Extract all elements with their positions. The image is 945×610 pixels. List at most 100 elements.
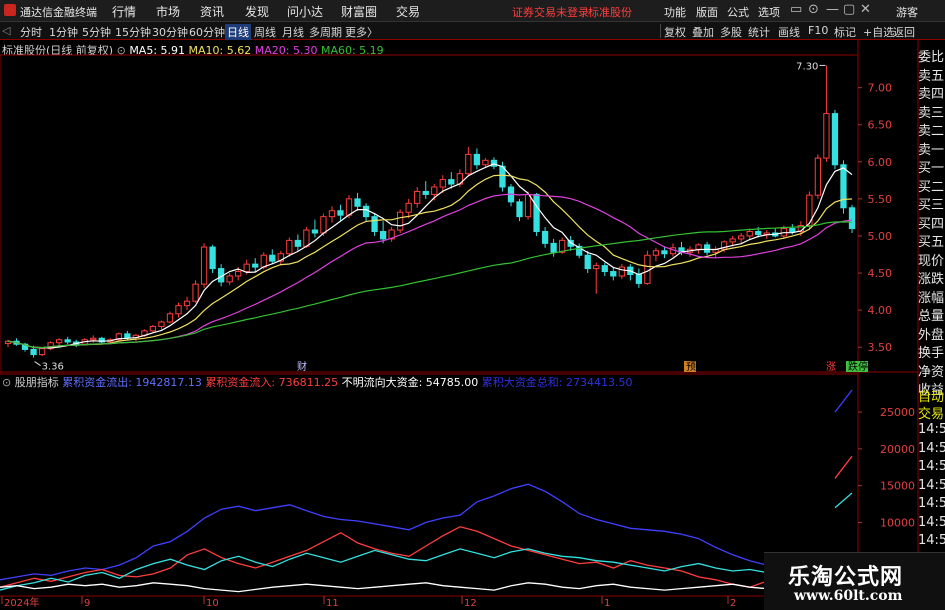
price-tick-label: 4.00 — [868, 304, 893, 317]
back-button[interactable]: 返回 — [893, 24, 915, 40]
period-tab-weekly[interactable]: 周线 — [254, 24, 276, 40]
candle-body — [618, 266, 625, 277]
candle-body — [345, 198, 353, 216]
candle-body — [738, 235, 745, 240]
candle-body — [541, 231, 549, 244]
watermark: 乐淘公式网 www.60lt.com — [764, 552, 945, 610]
maximize-icon[interactable]: ▢ — [843, 2, 855, 17]
candle-body — [831, 113, 839, 166]
low-price-label: 3.36 — [42, 362, 64, 373]
quote-field-label: 总量 — [918, 309, 945, 324]
candle-body — [439, 179, 446, 188]
event-marker: 预 — [686, 361, 696, 373]
menu-item-wealth[interactable]: 财富圈 — [341, 3, 377, 20]
price-tick-label: 6.00 — [868, 156, 893, 169]
skin-icon[interactable]: ⊙ — [808, 2, 819, 17]
menu-item-function[interactable]: 功能 — [664, 4, 686, 20]
candle-body — [635, 274, 643, 284]
candle-body — [729, 238, 736, 243]
candle-body — [328, 210, 336, 218]
guest-label[interactable]: 游客 — [896, 4, 918, 20]
period-tab-more[interactable]: 更多〉 — [345, 24, 378, 40]
f10-button[interactable]: F10 — [808, 24, 828, 37]
menu-item-ask[interactable]: 问小达 — [287, 3, 323, 20]
trade-time: 14:56 — [918, 514, 945, 530]
minimize-icon[interactable]: — — [826, 2, 839, 17]
candle-body — [848, 207, 856, 230]
restore-icon[interactable]: ▭ — [790, 2, 802, 17]
candle-body — [149, 325, 157, 332]
menu-item-discover[interactable]: 发现 — [245, 3, 269, 20]
candle-body — [320, 216, 327, 234]
trade-time: 14:56 — [918, 533, 945, 548]
candle-body — [610, 271, 617, 277]
candle-body — [362, 205, 370, 218]
app-title: 通达信金融终端 — [20, 6, 97, 19]
menu-item-quotes[interactable]: 行情 — [112, 3, 136, 20]
candle-body — [482, 159, 489, 166]
menu-item-trade[interactable]: 交易 — [396, 3, 420, 20]
candle-body — [200, 246, 208, 285]
menu-item-market[interactable]: 市场 — [156, 3, 180, 20]
period-toolbar: ◁ 分时 1分钟 5分钟 15分钟 30分钟 60分钟 日线 周线 月线 多周期… — [0, 22, 945, 40]
period-tab-timeshare[interactable]: 分时 — [20, 24, 42, 40]
period-tab-60min[interactable]: 60分钟 — [189, 24, 225, 40]
candle-body — [90, 337, 97, 341]
price-tick-label: 6.50 — [868, 119, 893, 132]
mark-button[interactable]: 标记 — [834, 24, 856, 40]
candle-body — [371, 216, 378, 233]
volume-tick-label: 15000 — [880, 480, 915, 493]
stats-button[interactable]: 统计 — [748, 24, 770, 40]
candle-body — [550, 242, 557, 253]
period-tab-30min[interactable]: 30分钟 — [152, 24, 188, 40]
login-status[interactable]: 证券交易未登录 — [512, 4, 589, 20]
volume-tick-label: 25000 — [880, 406, 915, 419]
ma10-line — [7, 174, 853, 349]
candle-body — [183, 300, 191, 307]
candle-body — [755, 231, 762, 235]
x-axis-label: 9 — [84, 598, 90, 609]
period-tab-15min[interactable]: 15分钟 — [115, 24, 151, 40]
menu-item-layout[interactable]: 版面 — [696, 4, 718, 20]
candle-body — [840, 164, 847, 209]
price-tick-label: 3.50 — [868, 341, 893, 354]
toolbar-handle-icon: ◁ — [2, 24, 11, 37]
candle-body — [209, 246, 216, 270]
candle-body — [64, 339, 71, 343]
period-tab-monthly[interactable]: 月线 — [282, 24, 304, 40]
candle-body — [644, 254, 651, 284]
x-axis-label: 2024年 — [4, 596, 39, 609]
menu-item-options[interactable]: 选项 — [758, 4, 780, 20]
candle-body — [30, 348, 37, 356]
auto-trade-label: 交易 — [918, 407, 945, 422]
candle-body — [303, 229, 310, 247]
kline-chart[interactable]: 7.00 6.50 6.00 5.50 5.00 4.50 4.00 3.50 25000 200… — [0, 40, 945, 609]
candle-body — [746, 231, 753, 237]
candle-body — [584, 254, 591, 270]
period-tab-daily[interactable]: 日线 — [225, 24, 251, 40]
period-tab-1min[interactable]: 1分钟 — [49, 24, 78, 40]
candle-body — [354, 198, 361, 207]
multi-stock-button[interactable]: 多股 — [720, 24, 742, 40]
trade-time: 14:56 — [918, 422, 945, 437]
menu-item-formula[interactable]: 公式 — [727, 4, 749, 20]
price-tick-label: 5.50 — [868, 193, 893, 206]
quote-field-label: 现价 — [918, 253, 945, 269]
fq-button[interactable]: 复权 — [664, 24, 686, 40]
quote-field-label: 买三 — [918, 198, 945, 213]
add-favorite-button[interactable]: +自选 — [863, 24, 894, 40]
overlay-button[interactable]: 叠加 — [692, 24, 714, 40]
candle-body — [524, 193, 532, 218]
unknown-flow-line — [0, 582, 818, 593]
period-tab-multi[interactable]: 多周期 — [309, 24, 342, 40]
price-tick-label: 7.00 — [868, 82, 893, 95]
close-icon[interactable]: ✕ — [860, 2, 871, 17]
toolbar-divider — [660, 24, 661, 38]
total-flow-line-surge — [834, 492, 853, 509]
menu-item-news[interactable]: 资讯 — [200, 3, 224, 20]
watermark-url: www.60lt.com — [794, 588, 903, 604]
period-tab-5min[interactable]: 5分钟 — [82, 24, 111, 40]
draw-line-button[interactable]: 画线 — [778, 24, 800, 40]
candle-body — [431, 186, 438, 195]
candle-body — [414, 190, 421, 204]
